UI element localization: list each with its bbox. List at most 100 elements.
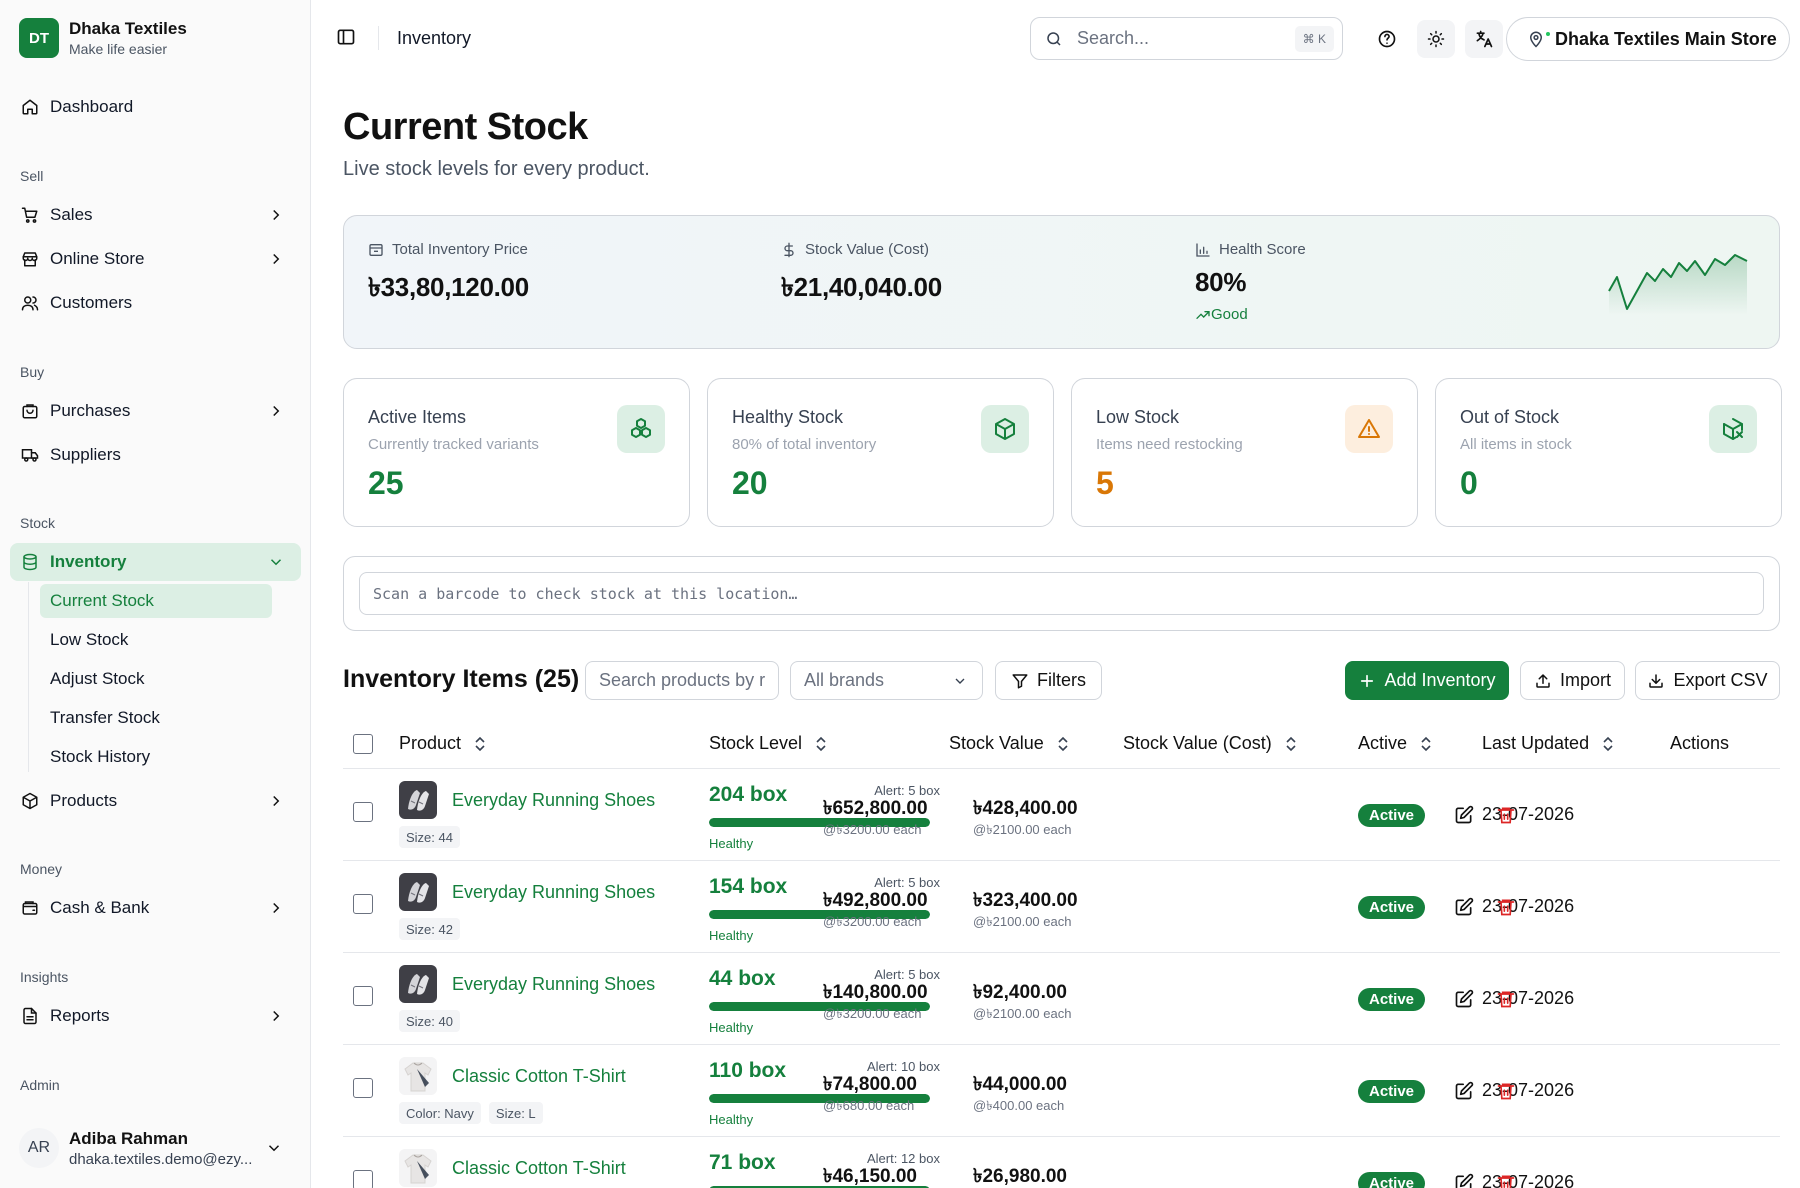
variant-chip: Size: 44 xyxy=(399,826,460,848)
trending-up-icon xyxy=(1196,310,1210,319)
column-header-label: Stock Value xyxy=(949,733,1044,753)
column-header-label: Actions xyxy=(1670,733,1730,753)
export-label: Export CSV xyxy=(1673,670,1768,690)
delete-button[interactable] xyxy=(1494,1079,1518,1103)
edit-button[interactable] xyxy=(1452,895,1476,919)
translate-icon xyxy=(1476,30,1493,48)
column-header-product[interactable]: Product xyxy=(399,733,487,754)
product-search-input[interactable]: Search products by r xyxy=(585,661,779,700)
product-name-link[interactable]: Classic Cotton T-Shirt xyxy=(452,1158,626,1179)
delete-button[interactable] xyxy=(1494,1171,1518,1188)
product-name-link[interactable]: Everyday Running Shoes xyxy=(452,882,655,903)
sort-icon xyxy=(1603,736,1613,751)
stat-value: 0 xyxy=(1460,465,1478,501)
table-row[interactable]: Everyday Running Shoes Size: 40 44 box A… xyxy=(343,953,1780,1045)
stock-level-value: 44 box xyxy=(709,967,776,990)
column-header-label: Stock Value (Cost) xyxy=(1123,733,1272,753)
sidebar-subitem-low-stock[interactable]: Low Stock xyxy=(40,623,272,657)
users-icon xyxy=(20,293,40,313)
stock-cost-each: @৳2100.00 each xyxy=(973,1006,1072,1021)
page-title: Current Stock xyxy=(343,106,588,148)
sidebar-subitem-adjust-stock[interactable]: Adjust Stock xyxy=(40,662,272,696)
sidebar-item-products[interactable]: Products xyxy=(10,782,301,820)
stat-card-healthy-stock: Healthy Stock 80% of total inventory 20 xyxy=(707,378,1054,527)
sidebar-subitem-transfer-stock[interactable]: Transfer Stock xyxy=(40,701,272,735)
product-name-link[interactable]: Everyday Running Shoes xyxy=(452,790,655,811)
product-name-link[interactable]: Classic Cotton T-Shirt xyxy=(452,1066,626,1087)
status-badge: Active xyxy=(1358,896,1426,919)
add-inventory-button[interactable]: Add Inventory xyxy=(1345,661,1509,700)
sidebar-item-cash-bank[interactable]: Cash & Bank xyxy=(10,889,301,927)
column-header-stock-value[interactable]: Stock Value xyxy=(949,733,1070,754)
stock-status: Healthy xyxy=(709,928,754,943)
chevron-right-icon xyxy=(273,209,280,221)
sort-icon xyxy=(1286,736,1296,751)
column-header-stock-cost[interactable]: Stock Value (Cost) xyxy=(1123,733,1298,754)
brand-select[interactable]: All brands xyxy=(790,661,983,700)
panel-left-icon xyxy=(337,29,355,45)
edit-button[interactable] xyxy=(1452,1171,1476,1188)
table-row[interactable]: Everyday Running Shoes Size: 44 204 box … xyxy=(343,769,1780,861)
column-header-label: Stock Level xyxy=(709,733,803,753)
summary-stock-cost: Stock Value (Cost) ৳21,40,040.00 xyxy=(781,241,942,311)
delete-button[interactable] xyxy=(1494,895,1518,919)
help-icon xyxy=(1378,30,1396,48)
table-row[interactable]: Classic Cotton T-Shirt 71 box Alert: 12 … xyxy=(343,1137,1780,1188)
theme-toggle-button[interactable] xyxy=(1417,20,1455,58)
sidebar-subitem-stock-history[interactable]: Stock History xyxy=(40,740,272,774)
sidebar-subitem-current-stock[interactable]: Current Stock xyxy=(40,584,272,618)
user-menu[interactable]: AR Adiba Rahman dhaka.textiles.demo@ezy.… xyxy=(19,1128,291,1168)
help-button[interactable] xyxy=(1368,20,1406,58)
variant-chips: Size: 42 xyxy=(399,918,468,940)
stat-subtitle: 80% of total inventory xyxy=(732,436,877,453)
sidebar-item-purchases[interactable]: Purchases xyxy=(10,392,301,430)
sidebar-toggle-button[interactable] xyxy=(336,27,356,52)
user-name: Adiba Rahman xyxy=(69,1128,189,1148)
status-badge: Active xyxy=(1358,1080,1426,1103)
delete-button[interactable] xyxy=(1494,803,1518,827)
inventory-items-title: Inventory Items (25) xyxy=(343,665,580,693)
row-checkbox[interactable] xyxy=(353,894,373,914)
trash-icon xyxy=(1497,899,1515,916)
edit-button[interactable] xyxy=(1452,803,1476,827)
filters-button[interactable]: Filters xyxy=(995,661,1102,700)
sort-icon xyxy=(1058,736,1068,751)
variant-chips: Size: 44 xyxy=(399,826,468,848)
global-search-input[interactable]: Search... ⌘ K xyxy=(1030,17,1343,60)
product-name-link[interactable]: Everyday Running Shoes xyxy=(452,974,655,995)
column-header-last-updated[interactable]: Last Updated xyxy=(1482,733,1615,754)
select-all-checkbox[interactable] xyxy=(353,734,373,754)
sidebar-item-suppliers[interactable]: Suppliers xyxy=(10,436,301,474)
edit-button[interactable] xyxy=(1452,1079,1476,1103)
sidebar-item-reports[interactable]: Reports xyxy=(10,997,301,1035)
divider xyxy=(378,26,379,50)
product-thumbnail xyxy=(399,1149,437,1187)
store-selector[interactable]: Dhaka Textiles Main Store xyxy=(1506,17,1790,61)
import-button[interactable]: Import xyxy=(1520,661,1625,700)
breadcrumb[interactable]: Inventory xyxy=(397,28,471,49)
column-header-active[interactable]: Active xyxy=(1358,733,1433,754)
sidebar-item-dashboard[interactable]: Dashboard xyxy=(10,88,301,126)
row-checkbox[interactable] xyxy=(353,986,373,1006)
brand[interactable]: DT Dhaka Textiles Make life easier xyxy=(19,18,187,58)
row-checkbox[interactable] xyxy=(353,1078,373,1098)
table-row[interactable]: Classic Cotton T-Shirt Color: Navy Size: … xyxy=(343,1045,1780,1137)
barcode-scan-input[interactable]: Scan a barcode to check stock at this lo… xyxy=(359,572,1764,615)
sidebar-item-customers[interactable]: Customers xyxy=(10,284,301,322)
table-row[interactable]: Everyday Running Shoes Size: 42 154 box … xyxy=(343,861,1780,953)
sidebar-item-inventory[interactable]: Inventory xyxy=(10,543,301,581)
nav-section-buy: Buy xyxy=(20,364,45,380)
stat-subtitle: Currently tracked variants xyxy=(368,436,539,453)
delete-button[interactable] xyxy=(1494,987,1518,1011)
column-header-stock-level[interactable]: Stock Level xyxy=(709,733,828,754)
edit-button[interactable] xyxy=(1452,987,1476,1011)
stat-value: 25 xyxy=(368,465,404,501)
sidebar-item-sales[interactable]: Sales xyxy=(10,196,301,234)
row-checkbox[interactable] xyxy=(353,802,373,822)
sidebar-item-online-store[interactable]: Online Store xyxy=(10,240,301,278)
row-checkbox[interactable] xyxy=(353,1170,373,1188)
store-icon xyxy=(20,249,40,269)
language-button[interactable] xyxy=(1465,20,1503,58)
stock-level-value: 110 box xyxy=(709,1059,787,1082)
export-csv-button[interactable]: Export CSV xyxy=(1635,661,1780,700)
